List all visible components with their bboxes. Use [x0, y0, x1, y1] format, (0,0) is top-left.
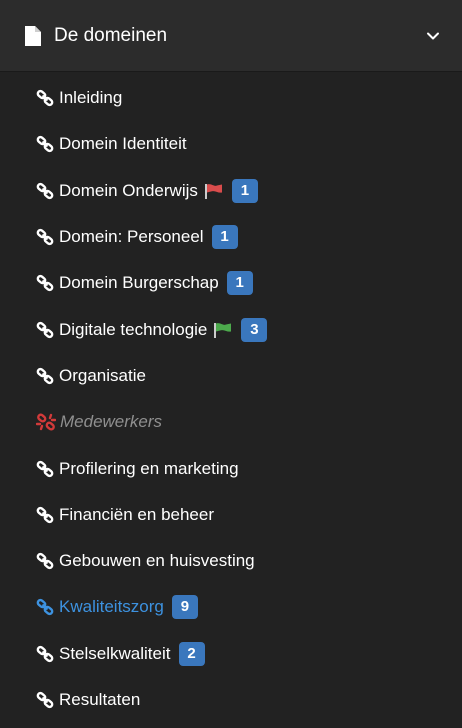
count-badge: 1 [226, 271, 253, 296]
list-item[interactable]: Digitale technologie 3 [0, 306, 462, 352]
section-title: De domeinen [54, 24, 168, 46]
list-item[interactable]: Domein Onderwijs 1 [0, 168, 462, 214]
list-item[interactable]: Domein Identiteit [0, 121, 462, 167]
list-item-label: Domein Onderwijs [59, 180, 198, 200]
link-icon [36, 228, 54, 246]
link-icon [36, 135, 54, 153]
link-icon [36, 460, 54, 478]
count-badge: 2 [178, 641, 205, 666]
document-icon [24, 25, 42, 47]
list-item[interactable]: Kwaliteitszorg 9 [0, 584, 462, 630]
count-badge: 1 [231, 178, 258, 203]
red-flag-icon [204, 183, 224, 199]
link-icon [36, 89, 54, 107]
list-item-label: Domein Burgerschap [59, 273, 219, 293]
list-item-label: Domein: Personeel [59, 227, 204, 247]
link-icon [36, 552, 54, 570]
list-item-label: Digitale technologie [59, 319, 208, 339]
chevron-down-icon[interactable] [426, 29, 440, 43]
list-item[interactable]: Profilering en marketing [0, 445, 462, 491]
list-item-label: Gebouwen en huisvesting [59, 551, 255, 571]
link-icon [36, 274, 54, 292]
list-item[interactable]: Domein: Personeel 1 [0, 214, 462, 260]
link-icon [36, 598, 54, 616]
list-item: Medewerkers [0, 399, 462, 445]
list-item-label: Inleiding [59, 88, 123, 108]
link-icon [36, 321, 54, 339]
green-flag-icon [213, 322, 233, 338]
broken-link-icon [35, 413, 57, 431]
list-item-label: Stelselkwaliteit [59, 643, 171, 663]
list-item[interactable]: Financiën en beheer [0, 492, 462, 538]
count-badge: 1 [211, 225, 238, 250]
link-icon [36, 506, 54, 524]
list-item[interactable]: Stelselkwaliteit 2 [0, 631, 462, 677]
section-header[interactable]: De domeinen [0, 0, 462, 72]
list-item-label: Organisatie [59, 365, 146, 385]
list-item[interactable]: Inleiding [0, 75, 462, 121]
domains-panel: De domeinen Inleiding Domein Identiteit … [0, 0, 462, 728]
list-item-label: Domein Identiteit [59, 134, 187, 154]
link-icon [36, 645, 54, 663]
count-badge: 9 [171, 595, 198, 620]
count-badge: 3 [241, 317, 268, 342]
list-item-label: Medewerkers [60, 412, 163, 432]
list-item-label: Kwaliteitszorg [59, 597, 164, 617]
link-icon [36, 367, 54, 385]
domain-list: Inleiding Domein Identiteit Domein Onder… [0, 72, 462, 723]
list-item-label: Financiën en beheer [59, 504, 215, 524]
list-item-label: Profilering en marketing [59, 458, 239, 478]
list-item[interactable]: Resultaten [0, 677, 462, 723]
list-item[interactable]: Domein Burgerschap 1 [0, 260, 462, 306]
list-item[interactable]: Organisatie [0, 353, 462, 399]
link-icon [36, 691, 54, 709]
list-item-label: Resultaten [59, 690, 141, 709]
link-icon [36, 182, 54, 200]
list-item[interactable]: Gebouwen en huisvesting [0, 538, 462, 584]
